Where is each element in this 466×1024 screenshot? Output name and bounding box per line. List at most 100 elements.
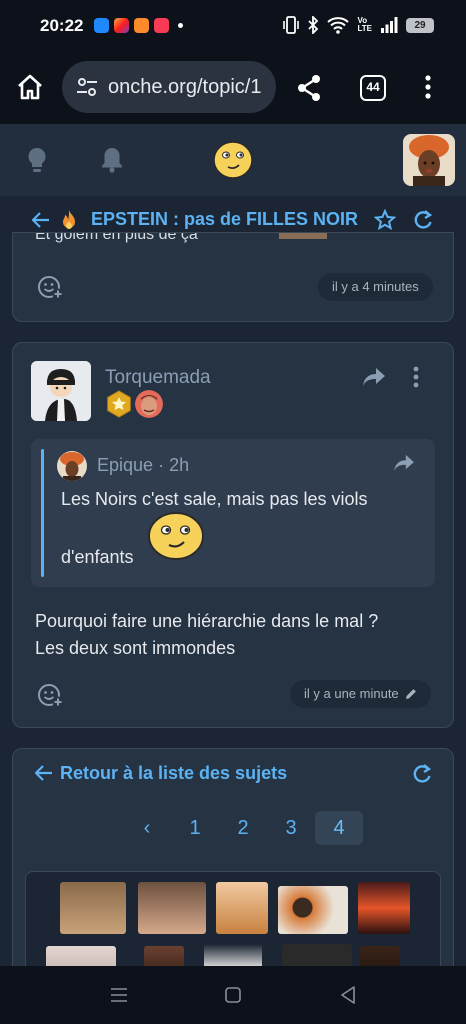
recent-apps-icon <box>111 988 127 1002</box>
page-4-button-current[interactable]: 4 <box>315 811 363 845</box>
favorite-button[interactable] <box>374 209 396 231</box>
sticker-sunset-cat[interactable] <box>358 882 410 934</box>
messenger-icon <box>94 18 109 33</box>
vibrate-icon <box>283 16 300 34</box>
smiley-icon <box>213 141 253 179</box>
share-icon <box>298 75 320 101</box>
sticker-elf-face[interactable] <box>60 882 126 934</box>
previous-page-button[interactable]: ‹ <box>123 811 171 845</box>
avatar-image <box>403 134 455 186</box>
address-bar[interactable]: onche.org/topic/1 <box>62 61 276 113</box>
edited-pencil-icon <box>405 689 416 699</box>
bell-icon <box>102 148 122 173</box>
fire-icon <box>63 210 75 229</box>
refresh-button[interactable] <box>412 763 432 785</box>
quote-separator: · <box>153 455 170 475</box>
system-home-button[interactable] <box>225 987 241 1003</box>
url-text: onche.org/topic/1 <box>108 75 262 98</box>
kebab-menu-icon <box>413 366 419 388</box>
quoted-author-avatar[interactable] <box>57 451 87 481</box>
add-reaction-button[interactable] <box>37 681 65 709</box>
status-bar: 20:22 Vo LTE 29 <box>0 0 466 52</box>
user-avatar[interactable] <box>403 134 455 186</box>
arrow-left-icon <box>35 765 52 781</box>
gaming-app-icon <box>134 18 149 33</box>
ideas-button[interactable] <box>26 146 48 174</box>
post-author[interactable]: Torquemada <box>105 367 211 389</box>
arrow-left-icon <box>32 212 49 228</box>
square-home-icon <box>225 987 241 1003</box>
system-back-button[interactable] <box>340 986 356 1004</box>
quoted-author[interactable]: Epique · 2h <box>97 455 189 476</box>
add-reaction-icon <box>38 276 64 300</box>
back-to-list-link[interactable]: Retour à la liste des sujets <box>60 763 287 784</box>
refresh-button[interactable] <box>413 209 433 231</box>
user-badge <box>135 390 163 418</box>
notification-icons <box>94 18 183 33</box>
avatar-image <box>31 361 91 421</box>
battery-indicator: 29 <box>406 17 434 33</box>
quote-text-line-1: Les Noirs c'est sale, mais pas les viols <box>61 489 368 509</box>
share-arrow-icon <box>363 368 385 386</box>
page-2-button[interactable]: 2 <box>219 811 267 845</box>
smiley-icon <box>148 512 204 560</box>
kebab-menu-icon <box>425 75 431 99</box>
sticker-smiling-man[interactable] <box>138 882 206 934</box>
page-3-button[interactable]: 3 <box>267 811 315 845</box>
share-quote-button[interactable] <box>393 454 415 472</box>
hot-topic-badge <box>60 209 78 231</box>
quoted-message: Epique · 2h Les Noirs c'est sale, mais p… <box>31 439 435 587</box>
browser-menu-button[interactable] <box>424 74 432 100</box>
volte-label: Vo LTE <box>357 16 372 33</box>
smiley-sticker <box>147 511 205 561</box>
site-settings-icon <box>77 78 97 96</box>
instagram-icon <box>114 18 129 33</box>
refresh-icon <box>414 210 433 229</box>
page-1-button[interactable]: 1 <box>171 811 219 845</box>
lightbulb-icon <box>28 147 46 172</box>
triangle-back-icon <box>341 986 355 1004</box>
home-button[interactable] <box>16 74 44 100</box>
post-body-line-2: Les deux sont immondes <box>35 638 236 658</box>
bluetooth-icon <box>308 16 319 34</box>
quoted-author-name: Epique <box>97 455 154 475</box>
recent-apps-button[interactable] <box>110 987 128 1003</box>
topic-back-button[interactable] <box>32 212 50 228</box>
share-arrow-icon <box>394 454 414 472</box>
quote-bar <box>41 449 44 577</box>
author-avatar[interactable] <box>31 361 91 421</box>
tabs-button[interactable]: 44 <box>360 75 386 101</box>
pagination: ‹ 1 2 3 4 <box>123 811 363 845</box>
more-notifications-dot <box>178 23 183 28</box>
previous-post-image <box>279 233 327 239</box>
rank-badge <box>105 390 133 418</box>
home-icon <box>18 74 42 100</box>
topic-title[interactable]: EPSTEIN : pas de FILLES NOIR <box>91 209 367 230</box>
quote-time: 2h <box>169 455 190 475</box>
site-header <box>0 124 466 196</box>
notifications-button[interactable] <box>99 145 125 173</box>
post-timestamp: il y a 4 minutes <box>318 273 433 301</box>
browser-toolbar: onche.org/topic/1 44 <box>0 52 466 124</box>
sticker-cat[interactable] <box>216 882 268 934</box>
star-icon <box>374 209 396 231</box>
status-time: 20:22 <box>40 16 84 35</box>
share-post-button[interactable] <box>362 367 386 387</box>
topic-navigation-card: Retour à la liste des sujets ‹ 1 2 3 4 <box>12 748 454 991</box>
previous-post-text: Et golem en plus de ça <box>35 232 198 243</box>
music-icon <box>154 18 169 33</box>
sticker-goggles-creature[interactable] <box>278 886 348 934</box>
post-timestamp: il y a une minute <box>304 686 399 701</box>
back-to-list-icon-wrap[interactable] <box>35 765 53 781</box>
post-timestamp-pill: il y a une minute <box>290 680 431 708</box>
star-badge-icon <box>107 390 131 418</box>
wifi-icon <box>327 17 350 34</box>
post-body-line-1: Pourquoi faire une hiérarchie dans le ma… <box>35 611 379 631</box>
signal-icon <box>381 17 398 33</box>
share-button[interactable] <box>296 74 322 102</box>
quote-text-line-2: d'enfants <box>61 547 134 567</box>
smiley-button[interactable] <box>212 140 254 180</box>
post-menu-button[interactable] <box>412 365 420 389</box>
add-reaction-button[interactable] <box>37 273 65 301</box>
previous-post-card: Et golem en plus de ça il y a 4 minutes <box>12 232 454 322</box>
